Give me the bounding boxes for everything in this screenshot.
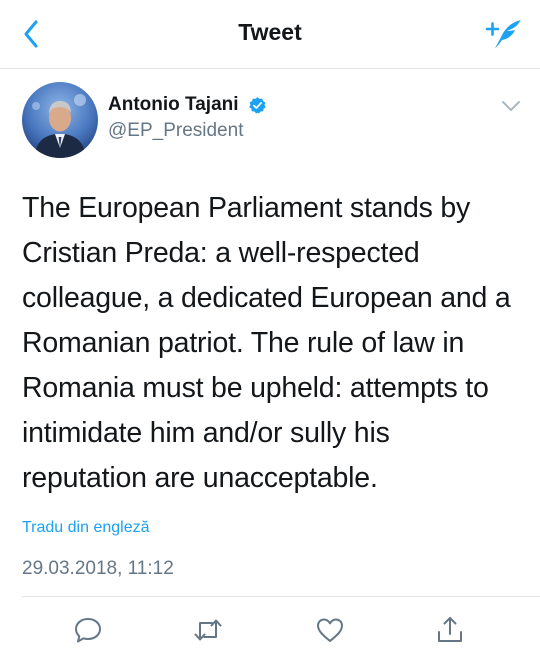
chevron-down-icon[interactable] [500,98,522,114]
share-button[interactable] [432,612,468,648]
author-name[interactable]: Antonio Tajani [108,94,239,116]
heart-icon [317,618,343,642]
tweet-actions [0,606,540,656]
avatar[interactable] [22,82,98,158]
divider [22,596,540,597]
tweet-header: Antonio Tajani @EP_President [22,82,522,162]
verified-badge-icon [249,96,266,113]
reply-icon [75,618,101,643]
author-handle[interactable]: @EP_President [108,120,267,142]
tweet-timestamp: 29.03.2018, 11:12 [22,558,174,579]
page-title: Tweet [238,19,302,45]
compose-tweet-button[interactable] [482,14,526,54]
author-info[interactable]: Antonio Tajani @EP_President [108,94,267,142]
share-icon [438,617,462,642]
retweet-button[interactable] [190,612,226,648]
compose-tweet-icon [485,20,521,48]
navigation-bar: Tweet [0,0,540,69]
translate-link[interactable]: Tradu din engleză [22,519,150,537]
tweet-detail-screen: Tweet Antonio Tajani @EP_President The E… [0,0,540,660]
like-button[interactable] [312,612,348,648]
reply-button[interactable] [70,612,106,648]
tweet-text: The European Parliament stands by Cristi… [22,192,511,494]
retweet-icon [194,619,222,641]
